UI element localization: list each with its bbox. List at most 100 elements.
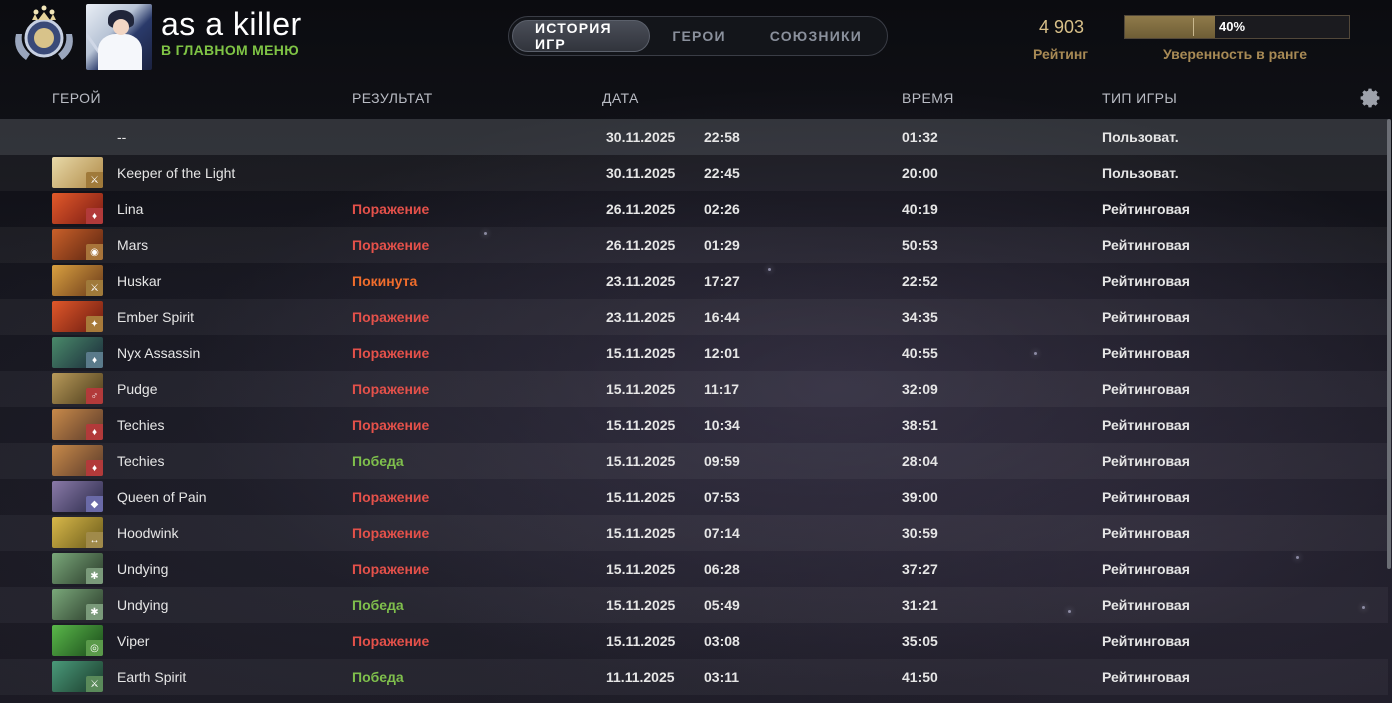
tab-allies[interactable]: СОЮЗНИКИ [748, 20, 884, 52]
hero-portrait: ♦ [52, 409, 103, 440]
hero-portrait: ◉ [52, 229, 103, 260]
hero-name: Nyx Assassin [117, 345, 201, 361]
role-icon: ✱ [86, 604, 103, 620]
match-date: 15.11.2025 [606, 453, 676, 469]
match-time: 11:17 [704, 381, 740, 397]
match-time: 12:01 [704, 345, 740, 361]
tab-heroes[interactable]: ГЕРОИ [650, 20, 747, 52]
hero-portrait: ♦ [52, 445, 103, 476]
column-header-date[interactable]: ДАТА [602, 90, 639, 106]
match-date: 26.11.2025 [606, 201, 676, 217]
table-row[interactable]: ✦ Ember Spirit Поражение 23.11.2025 16:44 34:… [0, 299, 1388, 335]
table-row[interactable]: ⚔ Huskar Покинута 23.11.2025 17:27 22:52 Рейти… [0, 263, 1388, 299]
match-date: 15.11.2025 [606, 417, 676, 433]
rank-badge-icon[interactable] [10, 4, 78, 66]
hero-name: Undying [117, 597, 169, 613]
role-icon: ◉ [86, 244, 103, 260]
table-row[interactable]: ⚔ Keeper of the Light 30.11.2025 22:45 20:00… [0, 155, 1388, 191]
hero-portrait: ◎ [52, 625, 103, 656]
match-time: 17:27 [704, 273, 740, 289]
match-result: Покинута [352, 273, 418, 289]
match-duration: 20:00 [902, 165, 938, 181]
role-icon: ↔ [86, 532, 103, 548]
column-header-duration[interactable]: ВРЕМЯ [902, 90, 954, 106]
role-icon: ⚔ [86, 280, 103, 296]
match-time: 22:58 [704, 129, 740, 145]
rank-confidence-bar: 40% [1124, 15, 1350, 39]
column-header-game-type[interactable]: ТИП ИГРЫ [1102, 90, 1177, 106]
hero-portrait: ⚔ [52, 265, 103, 296]
table-row[interactable]: ♦ Lina Поражение 26.11.2025 02:26 40:19 Рейтин… [0, 191, 1388, 227]
game-type: Рейтинговая [1102, 669, 1190, 685]
player-status: В ГЛАВНОМ МЕНЮ [161, 42, 299, 58]
match-result: Победа [352, 597, 404, 613]
match-date: 15.11.2025 [606, 633, 676, 649]
match-date: 15.11.2025 [606, 489, 676, 505]
match-duration: 37:27 [902, 561, 938, 577]
role-icon: ♦ [86, 424, 103, 440]
match-duration: 34:35 [902, 309, 938, 325]
role-icon: ♂ [86, 388, 103, 404]
tab-match-history[interactable]: ИСТОРИЯ ИГР [512, 20, 651, 52]
role-icon: ✦ [86, 316, 103, 332]
hero-portrait: ◆ [52, 481, 103, 512]
role-icon: ⚔ [86, 172, 103, 188]
match-duration: 28:04 [902, 453, 938, 469]
match-duration: 39:00 [902, 489, 938, 505]
match-duration: 50:53 [902, 237, 938, 253]
match-history-table: -- 30.11.2025 22:58 01:32 Пользоват. ⚔ Keeper … [0, 119, 1388, 695]
hero-name: Pudge [117, 381, 158, 397]
table-row[interactable]: ♦ Techies Поражение 15.11.2025 10:34 38:51 Рей… [0, 407, 1388, 443]
role-icon: ♦ [86, 352, 103, 368]
table-row[interactable]: ✱ Undying Победа 15.11.2025 05:49 31:21 Рейтин… [0, 587, 1388, 623]
match-time: 03:08 [704, 633, 740, 649]
table-row[interactable]: ♦ Nyx Assassin Поражение 15.11.2025 12:01 40:… [0, 335, 1388, 371]
match-result: Поражение [352, 561, 430, 577]
hero-name: Huskar [117, 273, 162, 289]
scrollbar[interactable] [1387, 119, 1391, 569]
match-result: Поражение [352, 309, 430, 325]
game-type: Рейтинговая [1102, 309, 1190, 325]
match-date: 15.11.2025 [606, 561, 676, 577]
hero-portrait: ⚔ [52, 157, 103, 188]
hero-name: Undying [117, 561, 169, 577]
match-date: 15.11.2025 [606, 525, 676, 541]
table-row[interactable]: ✱ Undying Поражение 15.11.2025 06:28 37:27 Рей… [0, 551, 1388, 587]
profile-header: as a killer В ГЛАВНОМ МЕНЮ ИСТОРИЯ ИГР Г… [0, 0, 1392, 78]
table-row[interactable]: ◎ Viper Поражение 15.11.2025 03:08 35:05 Рейти… [0, 623, 1388, 659]
hero-portrait: ↔ [52, 517, 103, 548]
table-row[interactable]: ⚔ Earth Spirit Победа 11.11.2025 03:11 41:50 Р… [0, 659, 1388, 695]
match-date: 26.11.2025 [606, 237, 676, 253]
match-duration: 40:55 [902, 345, 938, 361]
avatar[interactable] [86, 4, 152, 70]
table-row[interactable]: -- 30.11.2025 22:58 01:32 Пользоват. [0, 119, 1388, 155]
gear-icon[interactable] [1358, 86, 1382, 110]
table-row[interactable]: ♂ Pudge Поражение 15.11.2025 11:17 32:09 Рейти… [0, 371, 1388, 407]
match-result: Поражение [352, 237, 430, 253]
rank-confidence-percent: 40% [1219, 19, 1246, 34]
game-type: Рейтинговая [1102, 489, 1190, 505]
table-row[interactable]: ◉ Mars Поражение 26.11.2025 01:29 50:53 Рейтин… [0, 227, 1388, 263]
match-date: 15.11.2025 [606, 597, 676, 613]
match-date: 15.11.2025 [606, 345, 676, 361]
match-time: 02:26 [704, 201, 740, 217]
match-result: Поражение [352, 345, 430, 361]
game-type: Рейтинговая [1102, 561, 1190, 577]
match-duration: 01:32 [902, 129, 938, 145]
match-time: 09:59 [704, 453, 740, 469]
column-header-result[interactable]: РЕЗУЛЬТАТ [352, 90, 433, 106]
game-type: Рейтинговая [1102, 273, 1190, 289]
game-type: Рейтинговая [1102, 345, 1190, 361]
table-row[interactable]: ◆ Queen of Pain Поражение 15.11.2025 07:53 39… [0, 479, 1388, 515]
match-duration: 32:09 [902, 381, 938, 397]
game-type: Рейтинговая [1102, 417, 1190, 433]
match-time: 07:53 [704, 489, 740, 505]
hero-name: Viper [117, 633, 150, 649]
table-row[interactable]: ↔ Hoodwink Поражение 15.11.2025 07:14 30:59 Ре… [0, 515, 1388, 551]
column-header-hero[interactable]: ГЕРОЙ [52, 90, 101, 106]
match-result: Победа [352, 453, 404, 469]
match-time: 06:28 [704, 561, 740, 577]
table-row[interactable]: ♦ Techies Победа 15.11.2025 09:59 28:04 Рейтин… [0, 443, 1388, 479]
match-duration: 41:50 [902, 669, 938, 685]
username[interactable]: as a killer [161, 6, 302, 43]
